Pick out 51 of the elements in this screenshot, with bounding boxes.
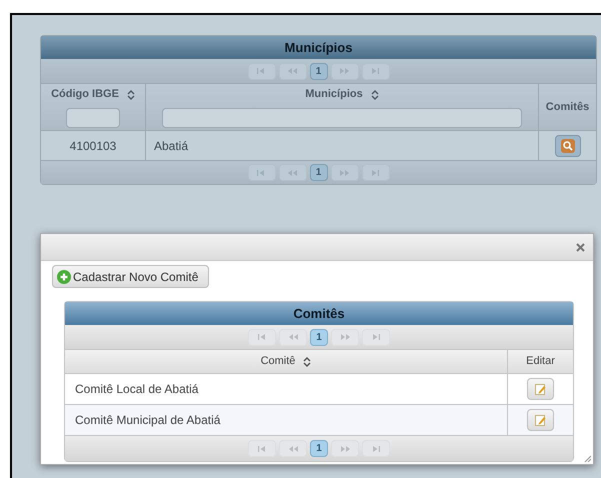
page-number[interactable]: 1: [310, 164, 328, 181]
resize-grip-icon[interactable]: [584, 455, 591, 462]
search-button[interactable]: [554, 134, 580, 156]
double-arrow-icon: [338, 65, 351, 77]
column-title: Comitês: [546, 100, 590, 115]
pager-button[interactable]: [248, 62, 276, 80]
pager-button[interactable]: [330, 164, 358, 181]
pager-button[interactable]: [362, 328, 390, 346]
column-title: Editar: [526, 354, 555, 370]
pager-button[interactable]: [362, 440, 390, 457]
panel-title: Municípios: [41, 36, 596, 59]
table-cell: Abatiá: [146, 131, 539, 160]
pager-button[interactable]: [278, 62, 306, 80]
double-arrow-icon: [338, 331, 352, 343]
column-title: Municípios: [305, 87, 363, 102]
edit-icon: [535, 384, 546, 394]
double-arrow-icon: [286, 65, 299, 77]
add-committee-button[interactable]: Cadastrar Novo Comitê: [52, 265, 210, 288]
plus-icon: [57, 270, 71, 284]
page-number[interactable]: 1: [310, 440, 328, 457]
edit-button[interactable]: [527, 378, 554, 400]
double-arrow-icon: [286, 331, 300, 343]
pager-button[interactable]: [330, 62, 358, 80]
sort-icon[interactable]: [370, 90, 379, 100]
panel-title: Comitês: [65, 302, 573, 325]
pager-button[interactable]: [279, 328, 307, 346]
pager-button[interactable]: [279, 440, 307, 457]
table-cell: Comitê Local de Abatiá: [65, 374, 508, 404]
page-number[interactable]: 1: [310, 328, 328, 346]
sort-icon[interactable]: [303, 356, 312, 366]
pager-button[interactable]: [248, 440, 276, 457]
pager-button[interactable]: [248, 164, 276, 181]
sort-icon[interactable]: [126, 90, 135, 100]
page-number[interactable]: 1: [310, 62, 328, 80]
edit-button[interactable]: [527, 409, 554, 431]
table-cell: 4100103: [41, 131, 146, 160]
filter-field[interactable]: [66, 108, 120, 128]
pager-button[interactable]: [362, 164, 390, 181]
table-cell: Comitê Municipal de Abatiá: [65, 405, 508, 435]
column-title: Comitê: [260, 354, 296, 370]
column-title: Código IBGE: [51, 87, 119, 102]
filter-field[interactable]: [162, 108, 522, 128]
skip-icon: [369, 65, 382, 77]
pager-button[interactable]: [278, 164, 306, 181]
pager-button[interactable]: [331, 440, 359, 457]
close-icon[interactable]: [576, 242, 585, 252]
pager-button[interactable]: [331, 328, 359, 346]
magnifier-icon: [560, 138, 574, 152]
pager-button[interactable]: [362, 62, 390, 80]
pager-button[interactable]: [248, 328, 276, 346]
edit-icon: [535, 414, 546, 426]
